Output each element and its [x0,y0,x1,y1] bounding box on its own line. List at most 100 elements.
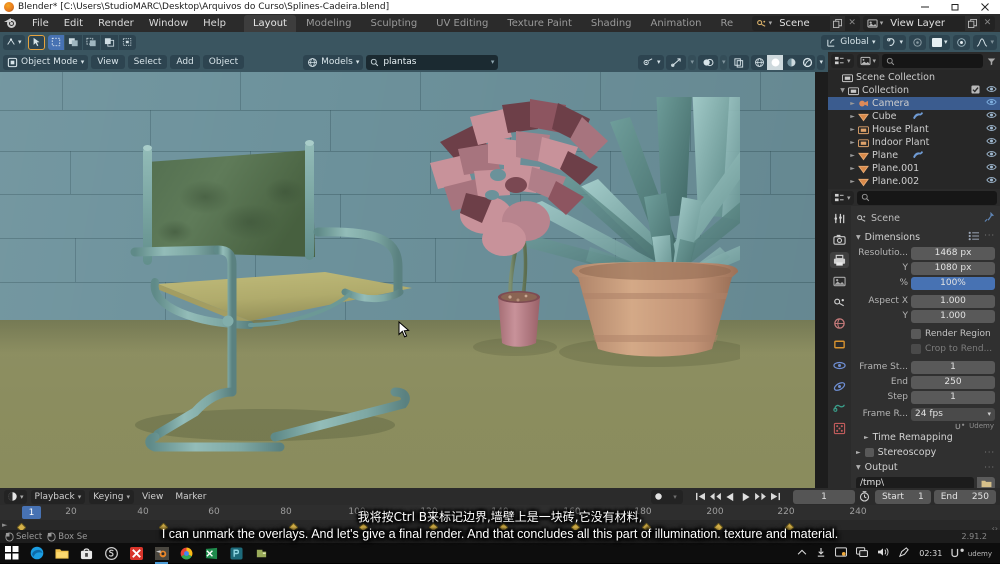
chrome-icon[interactable] [179,546,194,561]
crop-to-render-checkbox[interactable] [911,344,921,354]
previous-keyframe-button[interactable] [709,490,722,504]
aspect-x-input[interactable]: 1.000 [911,294,995,308]
timeline-ruler[interactable]: 1 20 40 60 80 100 120 140 160 180 200 22… [0,505,1000,520]
disclosure-icon[interactable]: ► [848,100,857,107]
tab-texture-paint[interactable]: Texture Paint [498,15,581,32]
next-keyframe-button[interactable] [754,490,767,504]
frame-step-input[interactable]: 1 [911,390,995,404]
select-subtract-button[interactable] [82,34,100,50]
onedrive-icon[interactable] [816,547,826,560]
tweak-tool-button[interactable] [27,34,45,50]
outliner-row-collection[interactable]: ▼ Collection [828,84,1000,97]
unknown-app-icon[interactable] [254,546,269,561]
timeline-menu-view[interactable]: View [138,490,167,504]
properties-tab-constraint[interactable] [830,399,849,415]
tab-layout[interactable]: Layout [243,14,296,32]
jump-to-end-button[interactable] [769,490,782,504]
properties-tab-world[interactable] [830,315,849,331]
properties-editor-type-dropdown[interactable]: ▾ [831,190,854,205]
render-region-checkbox[interactable] [911,329,921,339]
volume-icon[interactable] [877,547,889,559]
collection-checkbox[interactable] [971,84,980,97]
frame-rate-dropdown[interactable]: 24 fps ▾ [911,407,995,421]
disclosure-open-icon[interactable]: ▼ [838,87,847,94]
modifier-icon[interactable] [912,150,924,162]
collection-filter-dropdown[interactable]: Models ▾ [303,54,364,70]
display-icon[interactable] [856,547,869,559]
visibility-eye-icon[interactable] [986,163,997,174]
outliner-row-plane-002[interactable]: ► Plane.002 [828,175,1000,188]
properties-tab-viewlayer[interactable] [830,273,849,289]
store-icon[interactable] [79,546,94,561]
play-reverse-button[interactable] [724,490,737,504]
xmind-icon[interactable] [129,546,144,561]
shading-solid-button[interactable] [767,54,784,70]
output-panel-header[interactable]: ▼ Output ··· [851,460,1000,475]
jump-to-start-button[interactable] [694,490,707,504]
outliner-row-cube[interactable]: ► Cube [828,110,1000,123]
visibility-eye-icon[interactable] [986,111,997,122]
new-viewlayer-button[interactable] [965,15,980,31]
remove-viewlayer-button[interactable]: ✕ [980,16,995,31]
outliner-filter-button[interactable] [986,57,997,66]
time-remapping-panel-header[interactable]: ► Time Remapping [851,430,1000,445]
menu-window[interactable]: Window [142,16,195,31]
play-button[interactable] [739,490,752,504]
file-explorer-icon[interactable] [54,546,69,561]
current-frame-input[interactable]: 1 [792,489,855,504]
shading-wireframe-button[interactable] [751,55,767,70]
new-scene-button[interactable] [829,15,845,31]
overlays-dropdown[interactable]: ▾ [719,54,728,70]
panel-dots-icon[interactable]: ··· [984,463,995,472]
frame-end-input[interactable]: 250 [911,375,995,389]
disclosure-icon[interactable]: ► [848,126,857,133]
menu-file[interactable]: File [25,16,56,31]
visibility-eye-icon[interactable] [986,85,997,96]
outliner-display-mode-dropdown[interactable]: ▾ [856,54,880,68]
viewlayer-datablock[interactable]: ▾ View Layer ✕ [862,15,995,31]
falloff-curve-button[interactable]: ▾ [973,34,997,50]
properties-tab-scene[interactable] [830,294,849,310]
shading-rendered-button[interactable] [799,55,815,70]
xray-toggle-button[interactable] [729,54,750,70]
proportional-falloff-dropdown[interactable]: ▾ [928,34,951,50]
visibility-dropdown[interactable]: ▾ [637,54,665,70]
minimize-button[interactable] [910,0,940,14]
use-preview-range-icon[interactable] [858,490,872,504]
transform-orientation-dropdown[interactable]: Global ▾ [821,34,881,50]
frame-start-field[interactable]: Start 1 [874,489,931,504]
blender-logo-icon[interactable] [4,16,20,30]
scene-datablock[interactable]: ▾ Scene ✕ [751,15,860,31]
shading-options-dropdown[interactable]: ▾ [817,54,825,70]
outliner-row-plane[interactable]: ► Plane [828,149,1000,162]
select-set-button[interactable] [47,34,64,50]
panel-dots-icon[interactable]: ··· [984,448,995,457]
menu-render[interactable]: Render [91,16,141,31]
properties-tab-render[interactable] [830,231,849,247]
outliner-row-house-plant[interactable]: ► House Plant [828,123,1000,136]
maximize-button[interactable] [940,0,970,14]
tab-modeling[interactable]: Modeling [297,15,361,32]
resolution-y-input[interactable]: 1080 px [911,261,995,275]
timeline-menu-keying[interactable]: Keying ▾ [89,489,134,504]
tab-shading[interactable]: Shading [582,15,641,32]
timeline-menu-playback[interactable]: Playback ▾ [30,489,86,504]
outliner-editor-type-dropdown[interactable]: ▾ [831,54,854,68]
menu-edit[interactable]: Edit [57,16,90,31]
clock-label[interactable]: 02:31 [919,549,942,558]
properties-tab-object[interactable] [830,336,849,352]
tab-rendering[interactable]: Re [711,15,742,32]
tab-animation[interactable]: Animation [642,15,711,32]
stereoscopy-checkbox[interactable] [864,448,874,457]
frame-end-field[interactable]: End 250 [933,489,996,504]
transform-pivot-dropdown[interactable]: ▾ [3,34,25,50]
timeline-playhead[interactable]: 1 [22,506,41,519]
visibility-eye-icon[interactable] [986,150,997,161]
viewport-menu-add[interactable]: Add [170,55,200,69]
excel-icon[interactable] [204,546,219,561]
select-extend-button[interactable] [64,34,82,50]
disclosure-icon[interactable]: ► [848,113,857,120]
visibility-eye-icon[interactable] [986,176,997,187]
blender-icon[interactable] [154,546,169,564]
gizmo-dropdown[interactable]: ▾ [688,54,696,70]
